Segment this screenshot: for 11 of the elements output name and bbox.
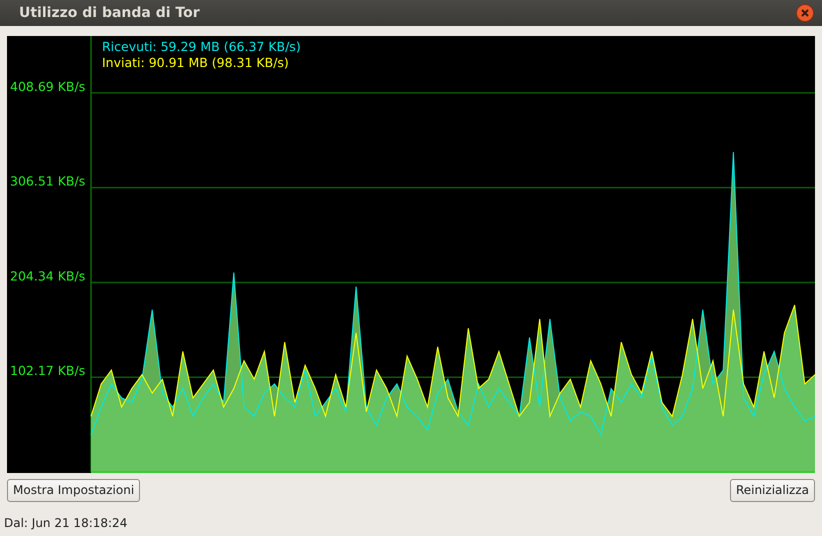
axis-label: 408.69 KB/s (10, 78, 86, 94)
legend-text: Inviati: 90.91 MB (98.31 KB/s) (102, 55, 289, 70)
legend-text: Ricevuti: 59.29 MB (66.37 KB/s) (102, 39, 301, 54)
reset-button[interactable]: Reinizializza (730, 479, 815, 502)
status-text: Dal: Jun 21 18:18:24 (3, 515, 128, 532)
close-icon[interactable] (796, 4, 814, 22)
show-settings-button[interactable]: Mostra Impostazioni (7, 479, 140, 502)
window-title: Utilizzo di banda di Tor (19, 4, 200, 22)
axis-label: 102.17 KB/s (10, 363, 86, 378)
axis-label: 306.51 KB/s (10, 174, 86, 189)
axis-label: 204.34 KB/s (10, 268, 86, 284)
